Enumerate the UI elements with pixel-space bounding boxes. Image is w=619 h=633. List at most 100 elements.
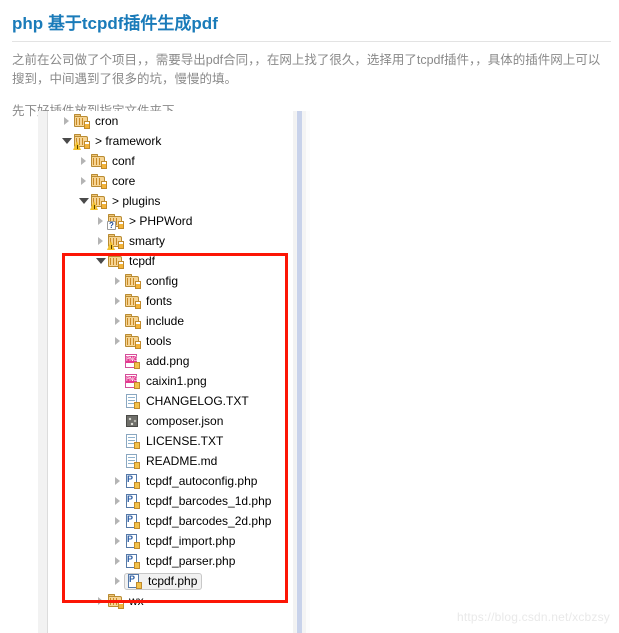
- watermark: https://blog.csdn.net/xcbzsy: [456, 610, 610, 624]
- chevron-right-icon[interactable]: [111, 531, 124, 551]
- chevron-down-icon[interactable]: [77, 191, 90, 211]
- tree-item[interactable]: conf: [90, 153, 135, 169]
- tree-item[interactable]: CHANGELOG.TXT: [124, 393, 249, 409]
- tree-item[interactable]: > framework: [73, 133, 162, 150]
- tree-item[interactable]: Ptcpdf_parser.php: [124, 553, 235, 569]
- chevron-right-icon[interactable]: [77, 151, 90, 171]
- selected-item[interactable]: Ptcpdf.php: [124, 572, 203, 590]
- tree-row[interactable]: composer.json: [48, 411, 293, 431]
- tree-item[interactable]: include: [124, 313, 184, 329]
- text-file-icon: [124, 453, 141, 469]
- tree-row-label: add.png: [146, 354, 190, 368]
- tree-row[interactable]: tcpdf: [48, 251, 293, 271]
- tree-row[interactable]: CHANGELOG.TXT: [48, 391, 293, 411]
- chevron-right-icon[interactable]: [94, 231, 107, 251]
- chevron-right-icon[interactable]: [60, 111, 73, 131]
- tree-row-label: > PHPWord: [129, 214, 193, 228]
- folder-icon: [107, 593, 124, 609]
- chevron-right-icon[interactable]: [94, 591, 107, 611]
- chevron-right-icon[interactable]: [111, 471, 124, 491]
- php-file-icon: P: [124, 493, 141, 509]
- png-file-icon: PNG: [124, 353, 141, 369]
- chevron-down-icon[interactable]: [60, 131, 73, 151]
- tree-row-label: tools: [146, 334, 172, 348]
- tree-row-label: include: [146, 314, 185, 328]
- php-file-icon: P: [124, 473, 141, 489]
- chevron-down-icon[interactable]: [94, 251, 107, 271]
- tree-item[interactable]: fonts: [124, 293, 172, 309]
- tree-row[interactable]: conf: [48, 151, 293, 171]
- tree-row-label: tcpdf_autoconfig.php: [146, 474, 258, 488]
- tree-row-label: smarty: [129, 234, 165, 248]
- chevron-right-icon[interactable]: [111, 491, 124, 511]
- chevron-right-icon[interactable]: [111, 551, 124, 571]
- tree-item[interactable]: Ptcpdf_barcodes_2d.php: [124, 513, 271, 529]
- tree-item[interactable]: Ptcpdf_import.php: [124, 533, 235, 549]
- chevron-right-icon[interactable]: [111, 331, 124, 351]
- folder-icon: ?: [107, 213, 124, 230]
- folder-icon: [124, 333, 141, 349]
- tree-item[interactable]: smarty: [107, 233, 165, 250]
- tree-row[interactable]: include: [48, 311, 293, 331]
- tree-row[interactable]: core: [48, 171, 293, 191]
- php-file-icon: P: [124, 513, 141, 529]
- chevron-right-icon[interactable]: [111, 271, 124, 291]
- tree-row[interactable]: Ptcpdf_barcodes_2d.php: [48, 511, 293, 531]
- tree-item[interactable]: PNG caixin1.png: [124, 373, 207, 389]
- tree-row[interactable]: Ptcpdf_parser.php: [48, 551, 293, 571]
- chevron-right-icon[interactable]: [77, 171, 90, 191]
- tree-row[interactable]: tools: [48, 331, 293, 351]
- tree-item[interactable]: Ptcpdf_barcodes_1d.php: [124, 493, 271, 509]
- tree-row[interactable]: PNG add.png: [48, 351, 293, 371]
- tree-item[interactable]: tools: [124, 333, 171, 349]
- tree-row[interactable]: cron: [48, 111, 293, 131]
- tree-row[interactable]: README.md: [48, 451, 293, 471]
- chevron-right-icon[interactable]: [94, 211, 107, 231]
- tree-item[interactable]: > plugins: [90, 193, 160, 210]
- folder-icon: [124, 313, 141, 329]
- php-file-icon: P: [124, 553, 141, 569]
- tree-item[interactable]: config: [124, 273, 178, 289]
- chevron-right-icon[interactable]: [111, 311, 124, 331]
- tree-row[interactable]: wx: [48, 591, 293, 611]
- tree-item[interactable]: Ptcpdf_autoconfig.php: [124, 473, 257, 489]
- scrollbar-thumb[interactable]: [297, 111, 302, 633]
- tree-row[interactable]: smarty: [48, 231, 293, 251]
- chevron-right-icon[interactable]: [111, 571, 124, 591]
- tree-row[interactable]: Ptcpdf.php: [48, 571, 293, 591]
- png-file-icon: PNG: [124, 373, 141, 389]
- tree-row[interactable]: Ptcpdf_import.php: [48, 531, 293, 551]
- tree-row[interactable]: PNG caixin1.png: [48, 371, 293, 391]
- tree-item[interactable]: composer.json: [124, 413, 223, 429]
- embedded-screenshot: cron > framework conf core > plugins? > PHPWo…: [38, 111, 310, 633]
- tree-row[interactable]: fonts: [48, 291, 293, 311]
- tree-item[interactable]: PNG add.png: [124, 353, 189, 369]
- tree-row[interactable]: Ptcpdf_barcodes_1d.php: [48, 491, 293, 511]
- tree-row-label: fonts: [146, 294, 173, 308]
- tree-item[interactable]: core: [90, 173, 135, 189]
- tree-row[interactable]: > plugins: [48, 191, 293, 211]
- tree-row-label: conf: [112, 154, 135, 168]
- tree-row-label: > framework: [95, 134, 162, 148]
- tree-item[interactable]: README.md: [124, 453, 217, 469]
- tree-row[interactable]: > framework: [48, 131, 293, 151]
- tree-row[interactable]: LICENSE.TXT: [48, 431, 293, 451]
- tree-item[interactable]: LICENSE.TXT: [124, 433, 223, 449]
- file-tree[interactable]: cron > framework conf core > plugins? > PHPWo…: [48, 111, 293, 611]
- tree-row-label: LICENSE.TXT: [146, 434, 224, 448]
- tree-row[interactable]: config: [48, 271, 293, 291]
- tree-row-label: composer.json: [146, 414, 224, 428]
- chevron-right-icon[interactable]: [111, 511, 124, 531]
- tree-item[interactable]: ? > PHPWord: [107, 213, 193, 230]
- tree-row[interactable]: Ptcpdf_autoconfig.php: [48, 471, 293, 491]
- tree-row-label: tcpdf: [129, 254, 156, 268]
- tree-row[interactable]: ? > PHPWord: [48, 211, 293, 231]
- tree-item[interactable]: cron: [73, 113, 118, 129]
- tree-item[interactable]: tcpdf: [107, 253, 155, 269]
- tree-item[interactable]: wx: [107, 593, 144, 609]
- chevron-right-icon[interactable]: [111, 291, 124, 311]
